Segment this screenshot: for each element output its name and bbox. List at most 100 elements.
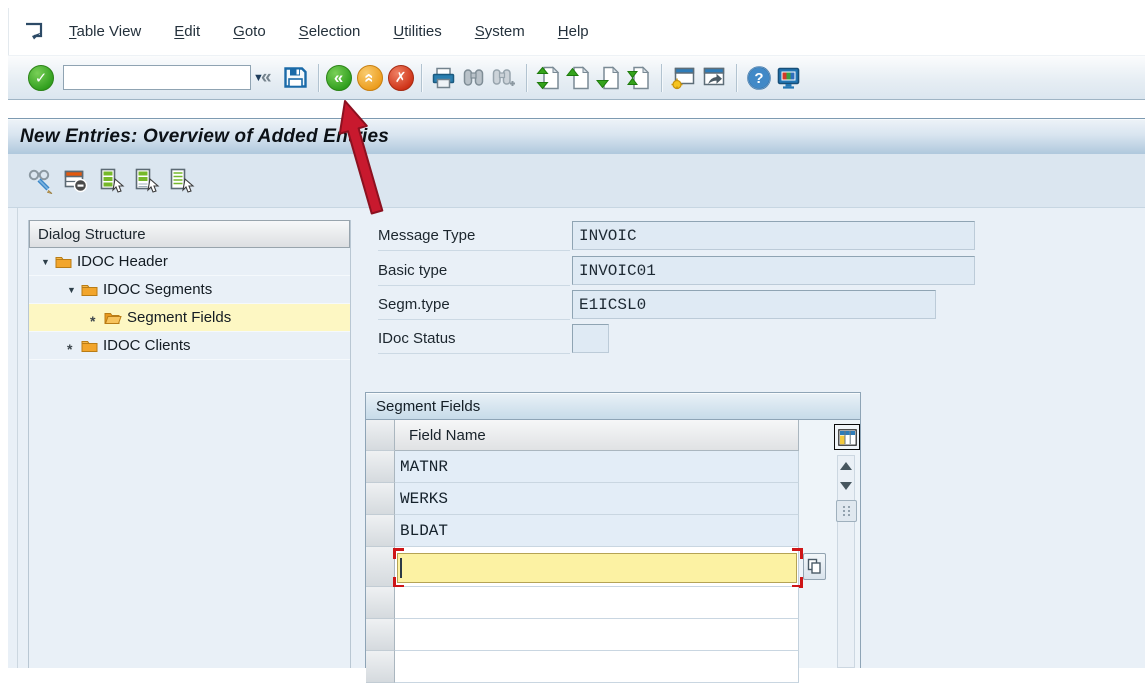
tree-node-label: IDOC Header (77, 253, 168, 270)
row-selector-header[interactable] (366, 420, 395, 451)
row-selector[interactable] (366, 483, 395, 515)
first-page-icon (536, 65, 561, 91)
tree-node-idoc-clients[interactable]: * IDOC Clients (29, 332, 350, 360)
table-cell-empty[interactable] (395, 619, 799, 651)
menu-items: Table View Edit Goto Selection Utilities… (69, 23, 589, 40)
row-selector[interactable] (366, 619, 395, 651)
collapse-toolbar-icon[interactable]: « (261, 67, 272, 89)
menu-exit-icon[interactable] (22, 20, 48, 44)
row-selector[interactable] (366, 515, 395, 547)
menu-help[interactable]: Help (558, 23, 589, 40)
active-field-name-input[interactable] (397, 553, 797, 583)
table-cell-bldat[interactable]: BLDAT (395, 515, 799, 547)
new-session-button[interactable] (669, 63, 699, 93)
expander-icon[interactable]: ▼ (41, 257, 55, 267)
create-shortcut-button[interactable] (699, 63, 729, 93)
message-type-label: Message Type (378, 221, 570, 251)
folder-icon (81, 283, 98, 296)
leaf-bullet-icon: * (67, 335, 81, 357)
find-next-button[interactable] (489, 63, 519, 93)
expander-icon[interactable]: ▼ (67, 285, 81, 295)
row-selector[interactable] (366, 547, 395, 587)
page-title: New Entries: Overview of Added Entries (8, 126, 389, 148)
idoc-status-field[interactable] (572, 324, 609, 353)
scroll-down-button[interactable] (838, 476, 854, 496)
tree-node-idoc-header[interactable]: ▼ IDOC Header (29, 248, 350, 276)
menu-selection[interactable]: Selection (299, 23, 361, 40)
customize-layout-button[interactable] (774, 63, 804, 93)
menu-edit[interactable]: Edit (174, 23, 200, 40)
column-header-field-name[interactable]: Field Name (395, 420, 799, 451)
help-button[interactable]: ? (744, 63, 774, 93)
table-settings-button[interactable] (834, 424, 860, 450)
segm-type-field[interactable]: E1ICSL0 (572, 290, 936, 319)
previous-page-icon (566, 65, 591, 91)
find-icon (461, 66, 486, 90)
save-button[interactable] (281, 63, 311, 93)
back-icon: « (334, 68, 343, 88)
active-cell-focus-frame (393, 548, 803, 588)
possible-entries-button[interactable] (803, 553, 826, 580)
first-page-button[interactable] (534, 63, 564, 93)
delete-entry-icon (62, 167, 90, 194)
back-button[interactable]: « (326, 65, 352, 91)
select-all-button[interactable] (96, 166, 126, 196)
delete-entry-button[interactable] (61, 166, 91, 196)
tree-node-segment-fields-selected[interactable]: * Segment Fields (29, 304, 350, 332)
tree-node-idoc-segments[interactable]: ▼ IDOC Segments (29, 276, 350, 304)
enter-button[interactable]: ✓ (28, 65, 54, 91)
check-icon: ✓ (35, 69, 48, 87)
table-cell-werks[interactable]: WERKS (395, 483, 799, 515)
save-icon (282, 64, 309, 91)
customize-layout-icon (775, 65, 802, 91)
table-vertical-scrollbar[interactable] (837, 455, 855, 668)
message-type-field[interactable]: INVOIC (572, 221, 975, 250)
last-page-button[interactable] (624, 63, 654, 93)
deselect-all-button[interactable] (166, 166, 196, 196)
table-cell-empty[interactable] (395, 651, 799, 683)
command-input[interactable] (64, 67, 253, 88)
display-change-button[interactable] (26, 166, 56, 196)
row-selector[interactable] (366, 651, 395, 683)
work-area-border (17, 208, 18, 668)
scrollbar-grip[interactable] (836, 500, 857, 522)
command-field[interactable]: ▼ (63, 65, 251, 90)
menu-bar: Table View Edit Goto Selection Utilities… (8, 8, 1145, 55)
find-button[interactable] (459, 63, 489, 93)
table-cell-empty[interactable] (395, 587, 799, 619)
open-folder-icon (104, 311, 122, 324)
last-page-icon (626, 65, 651, 91)
select-all-icon (97, 167, 125, 194)
scroll-up-button[interactable] (838, 456, 854, 476)
cancel-button[interactable]: ✗ (388, 65, 414, 91)
toolbar-separator (526, 64, 527, 92)
row-selector[interactable] (366, 451, 395, 483)
print-button[interactable] (429, 63, 459, 93)
idoc-status-label: IDoc Status (378, 324, 570, 354)
menu-goto[interactable]: Goto (233, 23, 266, 40)
toolbar-separator (736, 64, 737, 92)
menu-table-view[interactable]: Table View (69, 23, 141, 40)
menu-utilities[interactable]: Utilities (393, 23, 441, 40)
grip-dots-icon (842, 505, 852, 517)
basic-type-field[interactable]: INVOIC01 (572, 256, 975, 285)
text-cursor (400, 558, 402, 578)
menu-system[interactable]: System (475, 23, 525, 40)
next-page-icon (596, 65, 621, 91)
table-cell-matnr[interactable]: MATNR (395, 451, 799, 483)
select-block-icon (132, 167, 160, 194)
segment-fields-table: Segment Fields Field Name MATNR WERKS BL… (365, 392, 861, 668)
select-block-button[interactable] (131, 166, 161, 196)
next-page-button[interactable] (594, 63, 624, 93)
display-change-icon (27, 167, 55, 194)
exit-icon: « (360, 73, 380, 82)
cancel-icon: ✗ (395, 69, 407, 86)
new-session-icon (671, 65, 697, 90)
row-selector[interactable] (366, 587, 395, 619)
deselect-all-icon (167, 167, 195, 194)
exit-button[interactable]: « (357, 65, 383, 91)
create-shortcut-icon (701, 65, 727, 90)
triangle-down-icon (840, 482, 852, 490)
tree-node-label: IDOC Clients (103, 337, 191, 354)
previous-page-button[interactable] (564, 63, 594, 93)
